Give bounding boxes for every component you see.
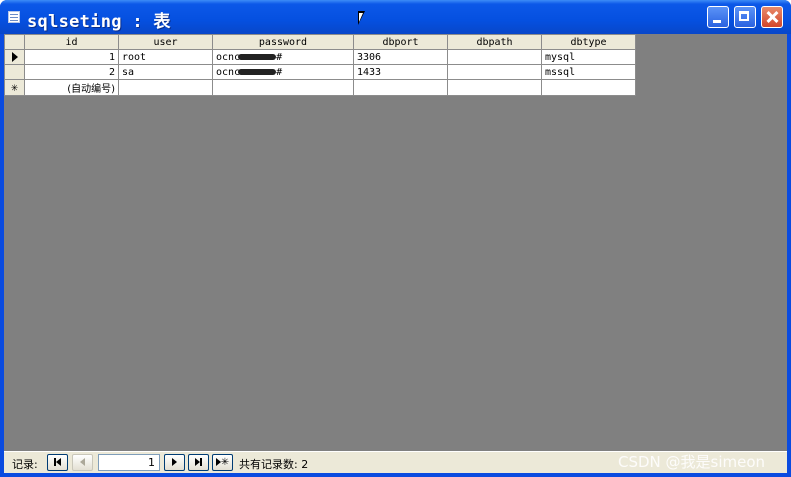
column-header-user[interactable]: user bbox=[118, 34, 213, 50]
redaction-scribble bbox=[238, 53, 277, 60]
column-header-id[interactable]: id bbox=[24, 34, 119, 50]
datasheet-area: id user password dbport dbpath dbtype 1 … bbox=[4, 34, 787, 473]
record-selector-new[interactable]: ✳ bbox=[4, 79, 25, 96]
redaction-scribble bbox=[238, 68, 277, 75]
cell-dbpath[interactable] bbox=[447, 64, 542, 80]
cell-dbtype[interactable] bbox=[541, 79, 636, 96]
record-selector-current[interactable] bbox=[4, 49, 25, 65]
next-record-icon bbox=[172, 458, 177, 466]
column-header-password[interactable]: password bbox=[212, 34, 354, 50]
cell-password[interactable]: ocnc # bbox=[212, 49, 354, 65]
mouse-cursor-icon bbox=[358, 11, 365, 25]
new-record-row[interactable]: ✳ (自动编号) bbox=[4, 79, 636, 96]
header-row: id user password dbport dbpath dbtype bbox=[4, 34, 636, 50]
previous-record-icon bbox=[80, 458, 85, 466]
next-record-button[interactable] bbox=[164, 454, 185, 471]
datasheet-grid: id user password dbport dbpath dbtype 1 … bbox=[4, 34, 636, 96]
title-bar[interactable]: sqlseting : 表 bbox=[0, 0, 791, 34]
new-record-asterisk-icon: ✳ bbox=[10, 80, 19, 94]
cell-id-autonumber[interactable]: (自动编号) bbox=[24, 79, 119, 96]
cell-password[interactable] bbox=[212, 79, 354, 96]
new-record-button[interactable]: ✳ bbox=[212, 454, 233, 471]
column-header-dbpath[interactable]: dbpath bbox=[447, 34, 542, 50]
password-visible-part: ocnc bbox=[216, 66, 241, 78]
first-record-button[interactable] bbox=[47, 454, 68, 471]
cell-dbport[interactable]: 1433 bbox=[353, 64, 448, 80]
cell-dbtype[interactable]: mssql bbox=[541, 64, 636, 80]
cell-dbport[interactable] bbox=[353, 79, 448, 96]
cell-id[interactable]: 1 bbox=[24, 49, 119, 65]
table-row[interactable]: 1 root ocnc # 3306 mysql bbox=[4, 49, 636, 65]
maximize-button[interactable] bbox=[734, 6, 756, 28]
previous-record-button[interactable] bbox=[72, 454, 93, 471]
password-visible-tail: # bbox=[276, 51, 283, 63]
cell-password[interactable]: ocnc # bbox=[212, 64, 354, 80]
cell-user[interactable]: sa bbox=[118, 64, 213, 80]
watermark-text: CSDN @我是simeon bbox=[618, 453, 766, 471]
password-visible-part: ocnc bbox=[216, 51, 241, 63]
column-header-dbport[interactable]: dbport bbox=[353, 34, 448, 50]
table-window: sqlseting : 表 id user password dbport db bbox=[0, 0, 791, 477]
cell-dbpath[interactable] bbox=[447, 49, 542, 65]
last-record-button[interactable] bbox=[188, 454, 209, 471]
record-count-text: 共有记录数: 2 bbox=[239, 458, 309, 471]
cell-dbtype[interactable]: mysql bbox=[541, 49, 636, 65]
select-all-corner[interactable] bbox=[4, 34, 25, 50]
password-visible-tail: # bbox=[276, 66, 283, 78]
cell-dbpath[interactable] bbox=[447, 79, 542, 96]
column-header-dbtype[interactable]: dbtype bbox=[541, 34, 636, 50]
current-record-arrow-icon bbox=[11, 51, 18, 62]
close-button[interactable] bbox=[761, 6, 783, 28]
window-title: sqlseting : 表 bbox=[27, 12, 171, 32]
minimize-button[interactable] bbox=[707, 6, 729, 28]
cell-dbport[interactable]: 3306 bbox=[353, 49, 448, 65]
current-record-input[interactable]: 1 bbox=[98, 454, 160, 471]
table-icon[interactable] bbox=[8, 11, 20, 23]
record-selector[interactable] bbox=[4, 64, 25, 80]
cell-id[interactable]: 2 bbox=[24, 64, 119, 80]
table-row[interactable]: 2 sa ocnc # 1433 mssql bbox=[4, 64, 636, 80]
cell-user[interactable] bbox=[118, 79, 213, 96]
cell-user[interactable]: root bbox=[118, 49, 213, 65]
record-label: 记录: bbox=[12, 458, 38, 471]
